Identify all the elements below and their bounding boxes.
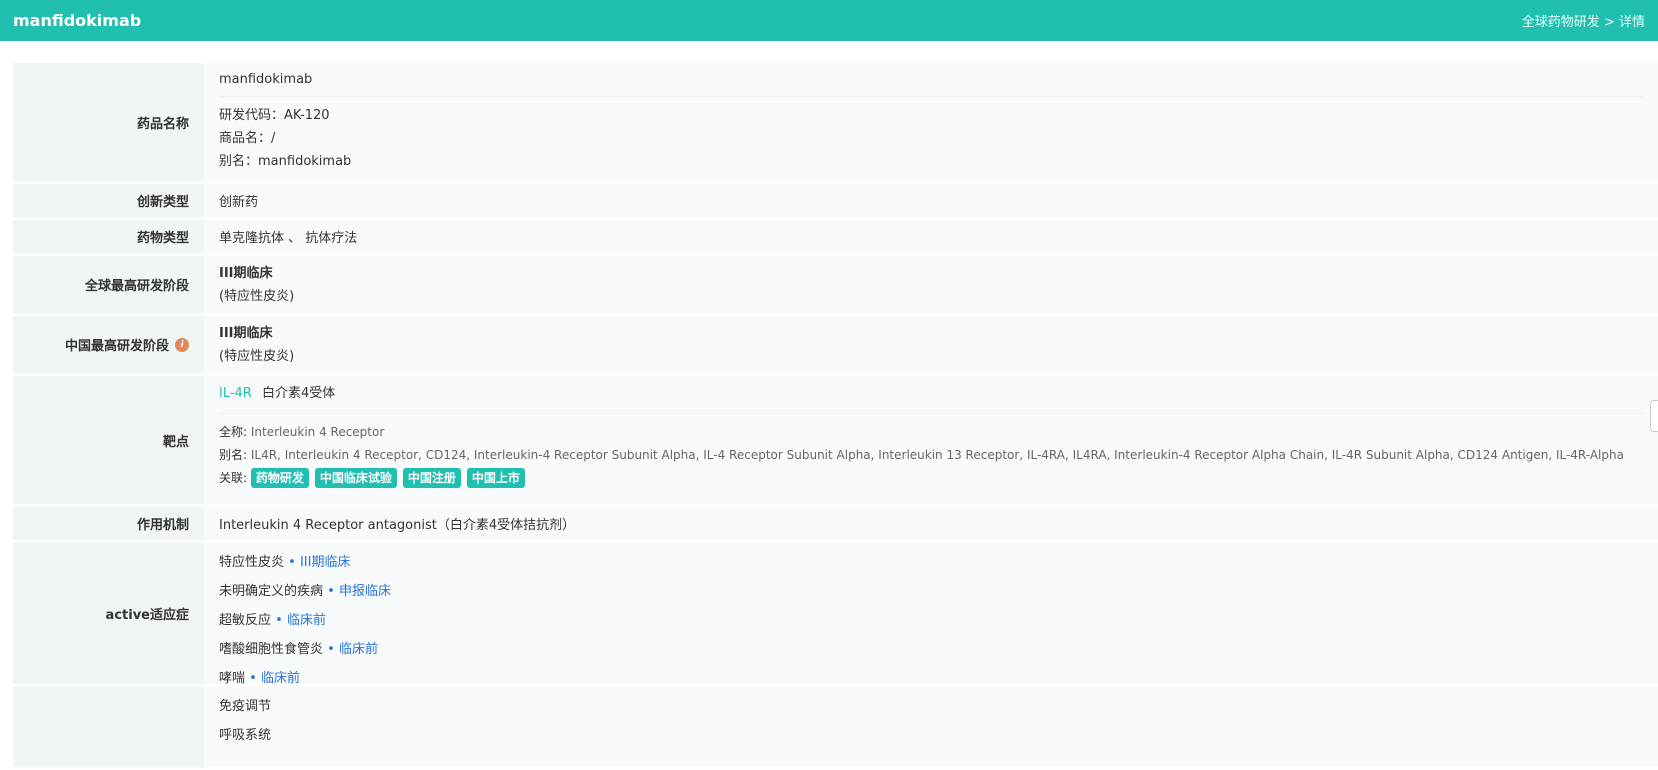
row-value: III期临床 (特应性皮炎) [204,316,1658,373]
indication-name: 未明确定义的疾病 [219,584,324,599]
target-header: IL-4R 白介素4受体 [219,382,1643,414]
indication-item: 嗜酸细胞性食管炎 • 临床前 [219,635,1643,664]
drug-type-value: 单克隆抗体 、 抗体疗法 [204,220,1658,253]
row-therapeutic-areas: 免疫调节 呼吸系统 [13,687,1658,767]
indication-name: 特应性皮炎 [219,555,285,570]
china-stage-label: 中国最高研发阶段 [64,339,169,354]
therapeutic-area-item: 免疫调节 [219,699,272,714]
row-label: 药物类型 [13,220,204,253]
trade-name-label: 商品名： [219,131,272,146]
alias-label: 别名： [219,154,259,169]
therapeutic-area-list: 免疫调节 呼吸系统 [204,687,1658,767]
row-value: IL-4R 白介素4受体 全称: Interleukin 4 Receptor … [204,376,1658,504]
tag-china-registration[interactable]: 中国注册 [402,468,461,488]
breadcrumb-parent[interactable]: 全球药物研发 [1522,15,1600,30]
alias-line: 别名：manfidokimab [219,150,1643,173]
target-related-line: 关联: 药物研发 中国临床试验 中国注册 中国上市 [219,467,1643,490]
global-stage: III期临床 [219,266,273,281]
related-label: 关联: [219,471,248,485]
page-title: manfidokimab [13,11,142,30]
indication-name: 哮喘 [219,671,246,686]
row-label: 创新类型 [13,184,204,217]
target-aliases: IL4R, Interleukin 4 Receptor, CD124, Int… [250,448,1624,462]
target-alias-line: 别名: IL4R, Interleukin 4 Receptor, CD124,… [219,444,1643,467]
indication-item: 未明确定义的疾病 • 申报临床 [219,577,1643,606]
indication-stage-link[interactable]: • III期临床 [288,555,350,570]
indication-stage-link[interactable]: • 临床前 [327,642,378,657]
row-label: 作用机制 [13,507,204,540]
therapeutic-area-item: 呼吸系统 [219,728,272,743]
trade-name-line: 商品名：/ [219,127,1643,150]
tag-drug-dev[interactable]: 药物研发 [250,468,309,488]
china-stage: III期临床 [219,326,273,341]
breadcrumb-separator: > [1599,15,1619,30]
tag-china-trials[interactable]: 中国临床试验 [314,468,397,488]
china-stage-indication: (特应性皮炎) [219,349,295,364]
trade-name: / [271,131,276,146]
mechanism-value: Interleukin 4 Receptor antagonist（白介素4受体… [204,507,1658,540]
target-fullname: Interleukin 4 Receptor [250,425,385,439]
row-drug-name: 药品名称 manfidokimab 研发代码：AK-120 商品名：/ 别名：m… [13,63,1658,181]
indication-stage-link[interactable]: • 临床前 [249,671,300,686]
dev-code: AK-120 [284,108,330,123]
breadcrumb: 全球药物研发 > 详情 [1522,11,1645,30]
indication-stage-link[interactable]: • 申报临床 [327,584,391,599]
innovation-value: 创新药 [204,184,1658,217]
indication-name: 嗜酸细胞性食管炎 [219,642,324,657]
target-fullname-line: 全称: Interleukin 4 Receptor [219,421,1643,444]
dev-code-line: 研发代码：AK-120 [219,104,1643,127]
side-panel-handle[interactable] [1650,400,1658,432]
target-symbol-link[interactable]: IL-4R [219,386,252,401]
indication-list: 特应性皮炎 • III期临床 未明确定义的疾病 • 申报临床 超敏反应 • 临床… [204,543,1658,686]
row-mechanism: 作用机制 Interleukin 4 Receptor antagonist（白… [13,507,1658,540]
indication-item: 特应性皮炎 • III期临床 [219,548,1643,577]
row-label: 药品名称 [13,63,204,181]
top-bar: manfidokimab 全球药物研发 > 详情 [0,0,1658,41]
row-label [13,687,204,767]
fullname-label: 全称: [219,425,248,439]
info-icon[interactable]: i [175,337,189,352]
row-label: active适应症 [13,543,204,684]
indication-name: 超敏反应 [219,613,272,628]
row-value: manfidokimab 研发代码：AK-120 商品名：/ 别名：manfid… [204,63,1658,181]
row-drug-type: 药物类型 单克隆抗体 、 抗体疗法 [13,220,1658,253]
row-indications: active适应症 特应性皮炎 • III期临床 未明确定义的疾病 • 申报临床… [13,543,1658,686]
row-innovation: 创新类型 创新药 [13,184,1658,217]
detail-table: 药品名称 manfidokimab 研发代码：AK-120 商品名：/ 别名：m… [13,63,1658,770]
alias: manfidokimab [258,154,352,169]
row-label: 中国最高研发阶段 i [13,316,204,373]
row-china-stage: 中国最高研发阶段 i III期临床 (特应性皮炎) [13,316,1658,373]
tag-china-market[interactable]: 中国上市 [466,468,525,488]
indication-stage-link[interactable]: • 临床前 [275,613,326,628]
dev-code-label: 研发代码： [219,108,285,123]
row-target: 靶点 IL-4R 白介素4受体 全称: Interleukin 4 Recept… [13,376,1658,504]
drug-name: manfidokimab [219,68,1643,97]
row-label: 靶点 [13,376,204,504]
global-stage-indication: (特应性皮炎) [219,289,295,304]
row-global-stage: 全球最高研发阶段 III期临床 (特应性皮炎) [13,256,1658,313]
target-alias-label: 别名: [219,448,248,462]
row-value: III期临床 (特应性皮炎) [204,256,1658,313]
row-label: 全球最高研发阶段 [13,256,204,313]
breadcrumb-current: 详情 [1618,15,1645,30]
target-cn-name: 白介素4受体 [261,386,336,401]
indication-item: 超敏反应 • 临床前 [219,606,1643,635]
